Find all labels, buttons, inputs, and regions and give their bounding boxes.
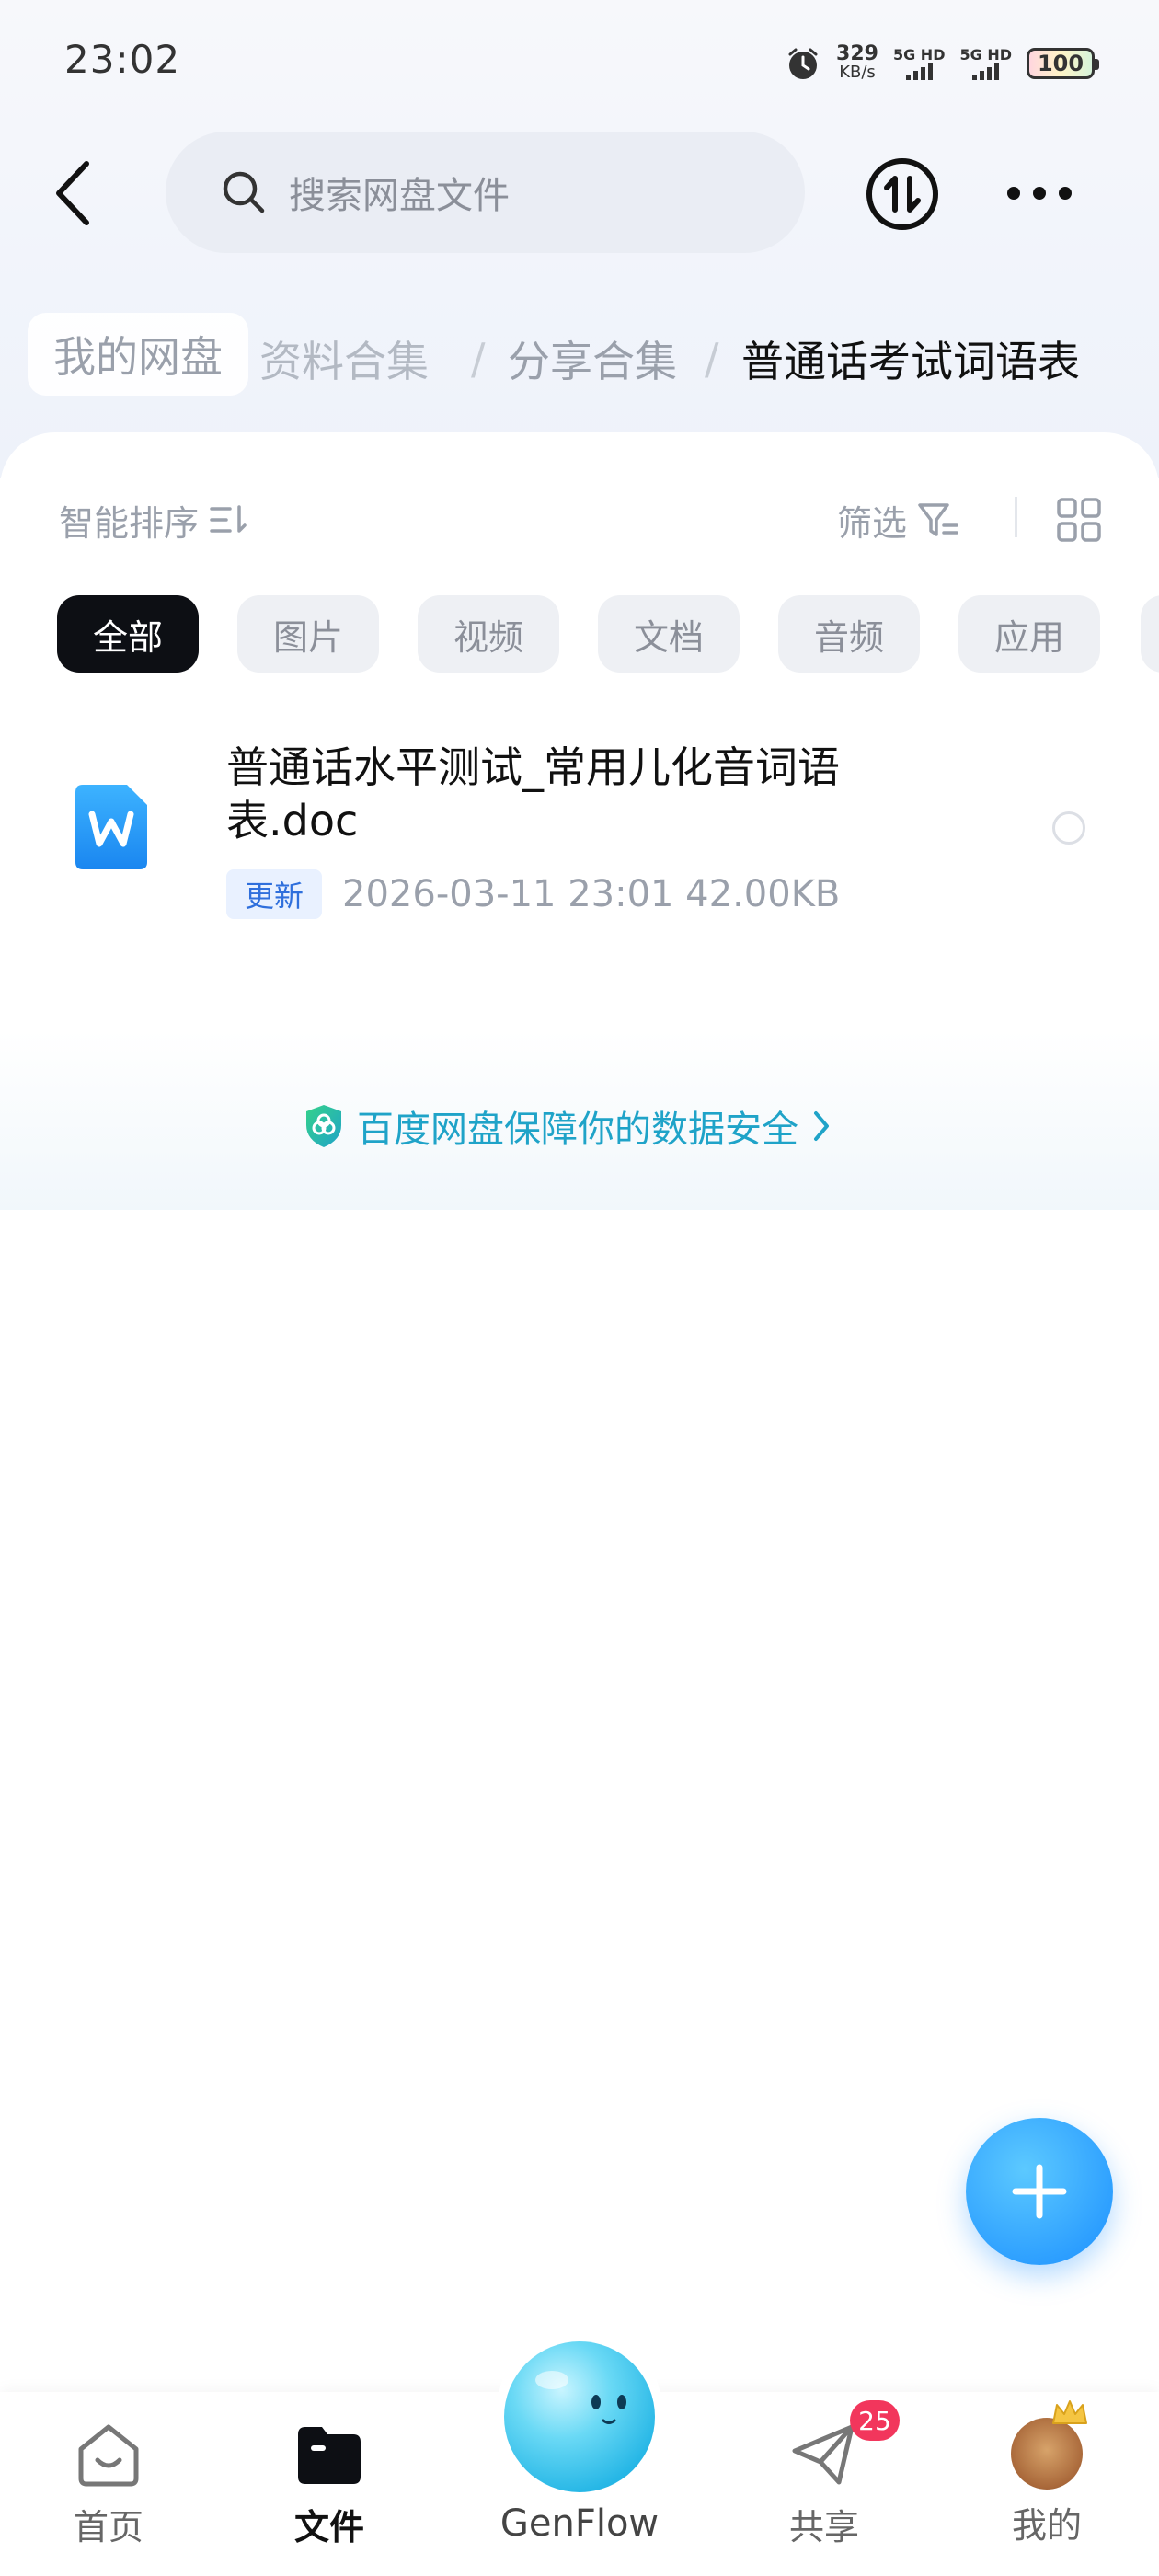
sort-label: 智能排序 <box>59 502 200 544</box>
status-icons: 329 KB/s 5G HD 5G HD 100 <box>785 40 1099 86</box>
status-bar: 23:02 329 KB/s 5G HD 5G HD 100 <box>0 0 1159 120</box>
security-banner-text: 百度网盘保障你的数据安全 <box>357 1109 798 1151</box>
search-input[interactable]: 搜索网盘文件 <box>166 132 805 253</box>
tab-overflow[interactable] <box>1141 595 1159 673</box>
word-document-icon <box>75 785 147 869</box>
sim1-signal: 5G HD <box>893 47 945 80</box>
tab-videos[interactable]: 视频 <box>418 595 559 673</box>
genflow-mascot-icon <box>535 2371 626 2424</box>
add-button[interactable] <box>966 2118 1113 2265</box>
breadcrumb-item-faded[interactable]: 资料合集 <box>259 317 429 400</box>
nav-mine-label: 我的 <box>1011 2505 1082 2546</box>
shield-icon <box>306 1105 341 1147</box>
signal-bars-icon <box>972 63 1000 80</box>
tab-images[interactable]: 图片 <box>237 595 379 673</box>
alarm-icon <box>788 48 818 79</box>
toolbar-divider <box>1015 497 1017 537</box>
nav-home[interactable]: 首页 <box>17 2418 201 2549</box>
grid-view-icon[interactable] <box>1056 497 1102 543</box>
tab-documents[interactable]: 文档 <box>598 595 740 673</box>
nav-files[interactable]: 文件 <box>237 2418 421 2549</box>
battery-indicator: 100 <box>1027 48 1099 79</box>
breadcrumb-item-share[interactable]: 分享合集 <box>508 317 677 400</box>
plus-icon <box>1012 2164 1067 2219</box>
folder-icon <box>298 2427 361 2484</box>
tab-apps[interactable]: 应用 <box>958 595 1100 673</box>
breadcrumb-separator: / <box>471 334 486 384</box>
transfer-list-icon[interactable] <box>865 156 940 232</box>
avatar <box>1011 2400 1087 2490</box>
filter-icon <box>918 503 958 536</box>
paper-plane-icon <box>792 2424 855 2485</box>
nav-mine[interactable]: 我的 <box>955 2400 1139 2547</box>
file-name[interactable]: 普通话水平测试_常用儿化音词语表.doc <box>226 741 925 847</box>
network-speed: 329 KB/s <box>836 42 878 82</box>
nav-genflow-label: GenFlow <box>499 2502 660 2545</box>
search-icon <box>223 171 265 213</box>
sim2-signal: 5G HD <box>959 47 1012 80</box>
search-placeholder: 搜索网盘文件 <box>289 175 510 217</box>
filter-label: 筛选 <box>837 502 908 544</box>
genflow-button[interactable] <box>504 2341 655 2492</box>
home-icon <box>78 2424 139 2487</box>
more-options-icon[interactable] <box>1003 175 1076 212</box>
signal-bars-icon <box>905 63 933 80</box>
back-arrow-icon[interactable] <box>46 156 101 230</box>
nav-home-label: 首页 <box>73 2507 143 2547</box>
file-date-size: 2026-03-11 23:01 42.00KB <box>342 873 841 915</box>
breadcrumb-home[interactable]: 我的网盘 <box>28 313 248 396</box>
nav-share-label: 共享 <box>788 2507 859 2547</box>
file-meta: 更新 2026-03-11 23:01 42.00KB <box>226 868 840 920</box>
crown-icon <box>1052 2400 1087 2424</box>
category-tabs: 全部 图片 视频 文档 音频 应用 <box>57 595 1100 673</box>
breadcrumb-current: 普通话考试词语表 <box>741 337 1080 386</box>
filter-button[interactable]: 筛选 <box>837 492 960 547</box>
tab-all[interactable]: 全部 <box>57 595 199 673</box>
select-checkbox[interactable] <box>1052 811 1085 845</box>
sort-icon <box>210 505 247 533</box>
sort-button[interactable]: 智能排序 <box>59 492 248 547</box>
share-count-badge: 25 <box>850 2400 900 2441</box>
status-time: 23:02 <box>64 37 181 82</box>
nav-files-label: 文件 <box>293 2507 364 2547</box>
breadcrumb-separator: / <box>705 334 719 384</box>
security-banner[interactable]: 百度网盘保障你的数据安全 <box>304 1099 832 1153</box>
update-badge: 更新 <box>226 869 323 919</box>
tab-audio[interactable]: 音频 <box>778 595 920 673</box>
chevron-right-icon <box>814 1111 829 1141</box>
